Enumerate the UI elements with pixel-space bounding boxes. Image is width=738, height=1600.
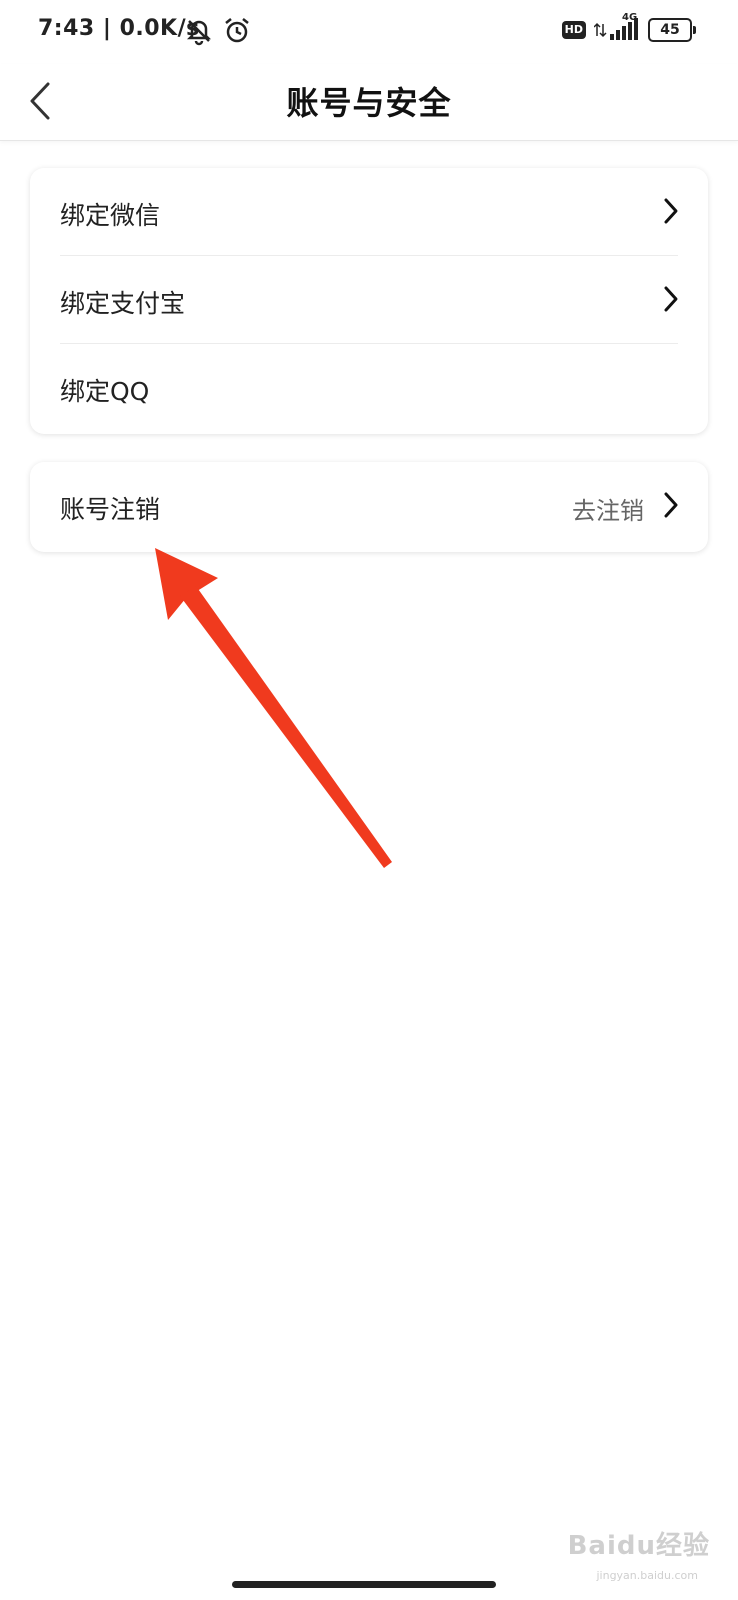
row-label: 绑定微信 [60,201,161,230]
row-label: 绑定QQ [60,377,150,406]
watermark-logo: Baidu经验 [567,1531,710,1561]
row-label: 绑定支付宝 [60,289,186,318]
bind-alipay-row[interactable]: 绑定支付宝 [30,256,708,344]
network-type: 4G [622,12,638,23]
bind-accounts-card: 绑定微信 绑定支付宝 绑定QQ [30,168,708,434]
signal-indicator: 4G [593,12,640,42]
chevron-right-icon [664,198,678,224]
hd-badge: HD [561,21,586,39]
page-title: 账号与安全 [286,84,452,122]
arrow-head [155,548,218,620]
deactivate-link[interactable]: 去注销 [572,491,644,526]
status-right: HD 4G 45 [561,12,696,42]
status-bar: 7:43 | 0.0K/s HD 4G 45 [0,0,738,64]
account-deactivation-card: 账号注销 去注销 [30,462,708,552]
alarm-icon [225,18,249,43]
watermark-url: jingyan.baidu.com [596,1569,698,1582]
bell-muted-icon [186,20,212,46]
arrow-shaft [180,586,392,868]
account-deactivation-row[interactable]: 账号注销 去注销 [30,462,708,550]
status-icons [184,16,252,46]
status-time: 7:43 | 0.0K/s [38,16,200,41]
bind-qq-row[interactable]: 绑定QQ [30,344,708,432]
bind-wechat-row[interactable]: 绑定微信 [30,168,708,256]
chevron-right-icon [664,286,678,312]
row-label: 账号注销 [60,495,161,524]
home-indicator[interactable] [232,1581,496,1588]
battery-indicator: 45 [648,18,696,42]
nav-bar: 账号与安全 [0,64,738,141]
chevron-right-icon [664,492,678,518]
